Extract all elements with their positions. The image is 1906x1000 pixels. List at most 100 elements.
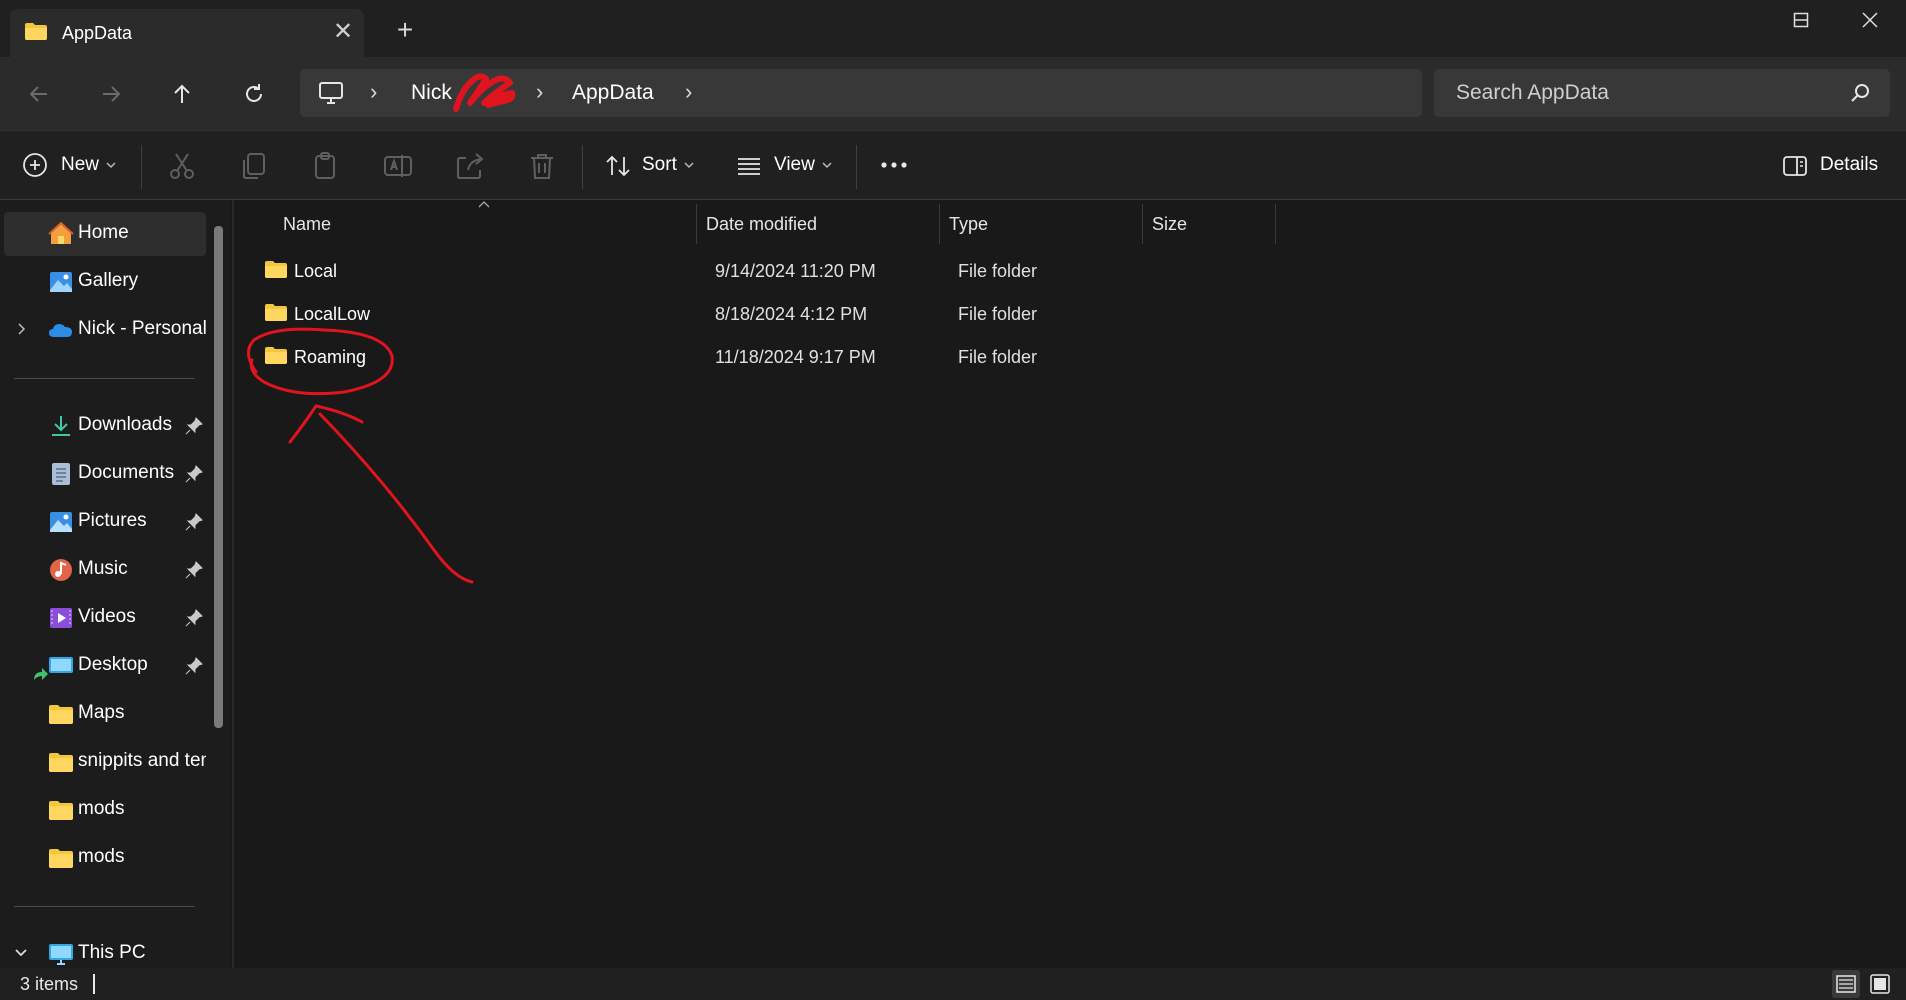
sidebar-item-gallery[interactable]: Gallery — [0, 260, 206, 304]
view-button[interactable]: View — [736, 149, 836, 183]
sidebar-item-mods[interactable]: mods — [0, 836, 206, 880]
column-divider[interactable] — [939, 204, 940, 244]
column-divider[interactable] — [1142, 204, 1143, 244]
share-icon[interactable] — [454, 150, 486, 182]
column-divider[interactable] — [1275, 204, 1276, 244]
sidebar-item-label: Desktop — [78, 654, 148, 675]
tiles-view-button[interactable] — [1866, 970, 1894, 998]
details-label: Details — [1820, 154, 1879, 175]
table-row[interactable]: Local 9/14/2024 11:20 PM File folder — [256, 254, 1276, 290]
rename-icon[interactable] — [382, 150, 414, 182]
paste-icon[interactable] — [310, 150, 342, 182]
pin-icon[interactable] — [184, 608, 204, 628]
up-arrow-icon — [174, 84, 190, 103]
close-tab-button[interactable]: ✕ — [328, 17, 358, 47]
forward-arrow-icon — [103, 86, 121, 102]
chevron-down-icon[interactable] — [14, 948, 28, 958]
file-list: Name Date modified Type Size Local 9/14/… — [234, 200, 1906, 968]
sidebar-item-music[interactable]: Music — [0, 548, 206, 592]
sync-badge-icon — [34, 668, 48, 680]
delete-icon[interactable] — [526, 150, 558, 182]
sidebar-item-label: Home — [78, 222, 129, 243]
folder-icon — [49, 753, 73, 772]
more-options-icon[interactable] — [880, 159, 908, 171]
new-tab-button[interactable]: + — [390, 15, 420, 45]
folder-icon — [265, 261, 287, 278]
sidebar-item-label: Gallery — [78, 270, 139, 291]
sidebar-item-label: mods — [78, 846, 125, 867]
forward-button[interactable] — [91, 74, 131, 114]
chevron-down-icon — [822, 162, 832, 169]
up-button[interactable] — [162, 74, 202, 114]
address-bar[interactable]: › Nick › AppData › — [300, 69, 1422, 117]
tab-appdata[interactable]: AppData ✕ — [10, 9, 364, 57]
close-window-button[interactable] — [1862, 12, 1878, 33]
back-button[interactable] — [19, 74, 59, 114]
breadcrumb-chevron-icon[interactable]: › — [685, 79, 692, 105]
sidebar-item-videos[interactable]: Videos — [0, 596, 206, 640]
sidebar-divider — [14, 906, 195, 907]
music-icon — [50, 559, 72, 581]
chevron-down-icon — [106, 162, 116, 169]
file-type: File folder — [958, 304, 1038, 324]
folder-icon — [49, 849, 73, 868]
column-header-name[interactable]: Name — [283, 214, 331, 235]
sort-ascending-icon — [478, 201, 490, 208]
sidebar-divider — [14, 378, 195, 379]
column-divider[interactable] — [696, 204, 697, 244]
pin-icon[interactable] — [184, 416, 204, 436]
gallery-icon — [50, 272, 72, 292]
pin-icon[interactable] — [184, 560, 204, 580]
search-input[interactable]: Search AppData — [1456, 81, 1609, 105]
toolbar-divider — [856, 145, 857, 189]
navigation-pane: Home Gallery Nick - Personal Downloads D… — [0, 200, 230, 968]
sidebar-item-onedrive[interactable]: Nick - Personal — [0, 308, 207, 352]
maximize-button[interactable] — [1793, 12, 1809, 33]
folder-icon — [49, 801, 73, 820]
pin-icon[interactable] — [184, 464, 204, 484]
details-view-button[interactable] — [1832, 970, 1860, 998]
column-header-size[interactable]: Size — [1152, 214, 1187, 235]
sidebar-item-maps[interactable]: Maps — [0, 692, 206, 736]
sidebar-item-label: Music — [78, 558, 128, 579]
folder-icon — [49, 705, 73, 724]
sidebar-item-downloads[interactable]: Downloads — [0, 404, 206, 448]
this-pc-icon — [319, 82, 343, 104]
pin-icon[interactable] — [184, 512, 204, 532]
column-header-type[interactable]: Type — [949, 214, 988, 235]
file-name: Local — [294, 261, 338, 281]
close-icon — [1862, 12, 1878, 28]
file-type: File folder — [958, 347, 1038, 367]
chevron-right-icon[interactable] — [16, 322, 26, 336]
sidebar-item-mods[interactable]: mods — [0, 788, 206, 832]
sidebar-item-home[interactable]: Home — [4, 212, 206, 256]
breadcrumb-chevron-icon: › — [536, 79, 544, 104]
item-count: 3 items — [20, 974, 79, 994]
title-bar: AppData ✕ + — [0, 0, 1906, 57]
command-bar: New Sort View Details — [0, 130, 1906, 200]
cut-icon[interactable] — [166, 150, 198, 182]
refresh-icon — [246, 84, 262, 102]
sidebar-item-documents[interactable]: Documents — [0, 452, 206, 496]
new-button[interactable]: New — [22, 149, 122, 183]
downloads-icon — [52, 416, 70, 436]
sidebar-scrollbar[interactable] — [214, 226, 223, 728]
sort-button[interactable]: Sort — [605, 149, 695, 183]
sort-label: Sort — [642, 154, 677, 175]
breadcrumb-user[interactable]: Nick — [411, 81, 452, 105]
column-header-date[interactable]: Date modified — [706, 214, 817, 235]
file-date: 11/18/2024 9:17 PM — [715, 347, 876, 367]
refresh-button[interactable] — [234, 74, 274, 114]
sidebar-item-snippits[interactable]: snippits and ten — [0, 740, 206, 784]
file-date: 9/14/2024 11:20 PM — [715, 261, 876, 281]
pin-icon[interactable] — [184, 656, 204, 676]
details-pane-button[interactable]: Details — [1782, 149, 1882, 183]
breadcrumb-appdata[interactable]: AppData — [572, 81, 654, 105]
details-view-icon — [1836, 975, 1856, 993]
add-circle-icon — [23, 153, 47, 177]
sidebar-item-desktop[interactable]: Desktop — [0, 644, 206, 688]
copy-icon[interactable] — [238, 150, 270, 182]
this-pc-icon — [49, 944, 73, 965]
sidebar-item-pictures[interactable]: Pictures — [0, 500, 206, 544]
search-box[interactable]: Search AppData — [1434, 69, 1890, 117]
